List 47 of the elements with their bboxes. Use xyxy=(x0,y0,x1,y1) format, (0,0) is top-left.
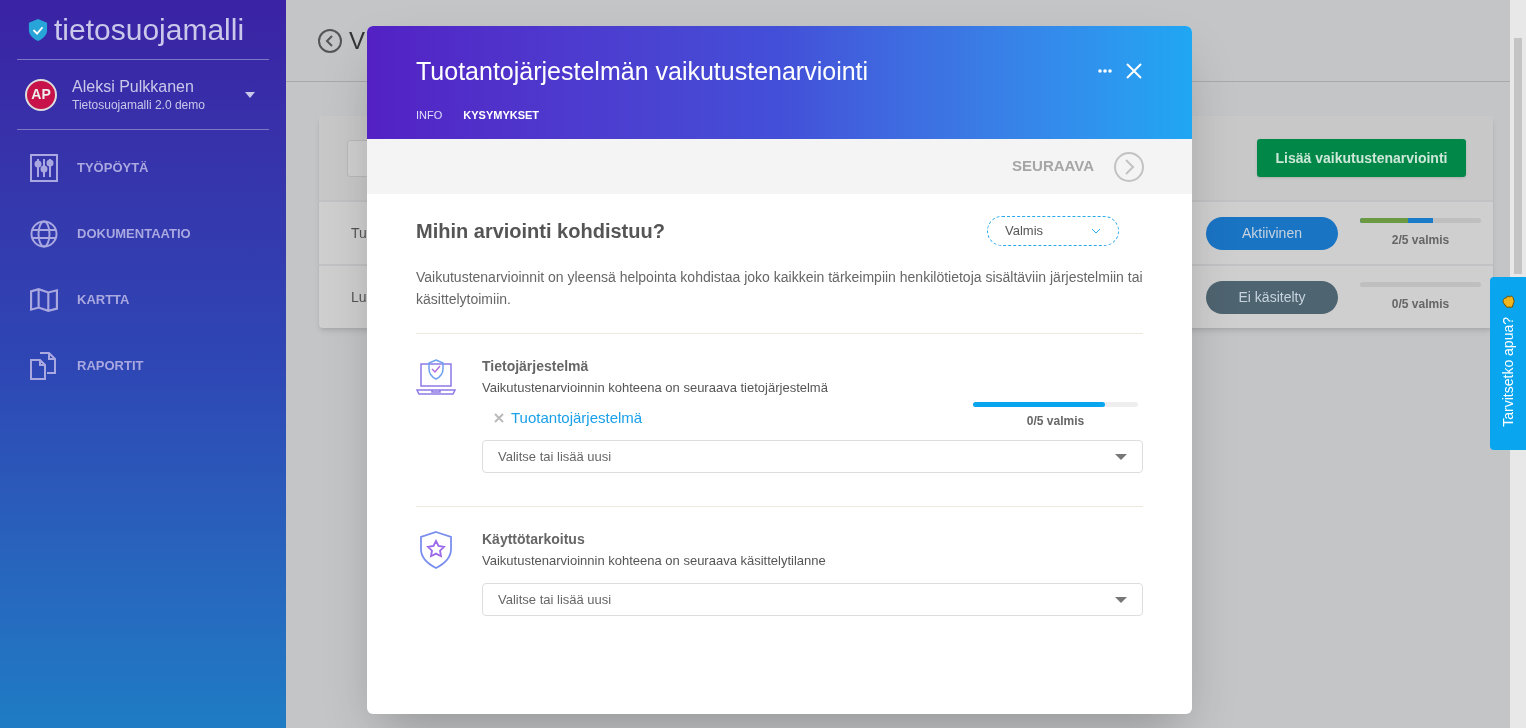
more-icon xyxy=(1098,69,1112,73)
caret-icon xyxy=(1115,596,1127,603)
remove-icon xyxy=(494,413,504,423)
next-button[interactable]: SEURAAVA xyxy=(1012,155,1094,178)
scrollbar-thumb[interactable] xyxy=(1514,38,1522,274)
chevron-down-icon xyxy=(1091,228,1101,234)
section-subtitle: Vaikutustenarvioinnin kohteena on seuraava tietojärjestelmä xyxy=(482,379,829,397)
progress-label: 0/5 valmis xyxy=(1391,295,1450,313)
linked-system-link[interactable]: Tuotantojärjestelmä xyxy=(511,406,973,430)
select-field[interactable]: Valitse tai lisää uusi xyxy=(482,583,1143,616)
organization-name: Tietosuojamalli 2.0 demo xyxy=(72,96,206,113)
status-badge: Aktiivinen xyxy=(1206,216,1338,250)
section-title: Käyttötarkoitus xyxy=(482,530,586,549)
nav-item[interactable]: DOKUMENTAATIO xyxy=(17,201,269,267)
sliders-icon xyxy=(30,154,58,182)
help-label: Tarvitsetko apua? xyxy=(1498,317,1517,427)
progress-label: 0/5 valmis xyxy=(1026,413,1085,430)
caret-icon xyxy=(245,91,255,98)
laptop-shield-icon xyxy=(416,357,456,397)
select-field[interactable]: Valitse tai lisää uusi xyxy=(482,440,1143,473)
row-name: Lu xyxy=(351,287,367,307)
status-badge: Ei käsitelty xyxy=(1206,280,1338,314)
caret-icon xyxy=(1115,453,1127,460)
user-name: Aleksi Pulkkanen xyxy=(72,76,195,97)
question-heading: Mihin arviointi kohdistuu? xyxy=(416,219,665,244)
section-title: Tietojärjestelmä xyxy=(482,357,590,376)
globe-icon xyxy=(30,220,58,248)
documents-icon xyxy=(30,352,58,380)
page-title: V xyxy=(349,25,365,56)
dialog-title: Tuotantojärjestelmän vaikutustenarviointi xyxy=(416,56,869,87)
user-avatar[interactable]: AP xyxy=(25,78,57,111)
map-icon xyxy=(30,286,58,314)
nav-item[interactable]: KARTTA xyxy=(17,267,269,333)
section-subtitle: Vaikutustenarvioinnin kohteena on seuraava käsittelytilanne xyxy=(482,552,827,570)
tab[interactable]: KYSYMYKSET xyxy=(463,107,540,124)
nav-item[interactable]: RAPORTIT xyxy=(17,333,269,399)
back-icon xyxy=(318,28,342,53)
progress-label: 2/5 valmis xyxy=(1391,231,1450,249)
add-assessment-button[interactable]: Lisää vaikutustenarviointi xyxy=(1257,139,1466,177)
shield-logo-icon xyxy=(28,17,48,42)
tab[interactable]: INFO xyxy=(416,107,443,124)
close-icon xyxy=(1126,63,1142,79)
nav-item[interactable]: TYÖPÖYTÄ xyxy=(17,135,269,201)
intro-paragraph: Vaikutustenarvioinnit on yleensä helpointa kohdistaa joko kaikkein tärkeimpiin henkilötietoja sisältäviin järjestelmiin tai käsittelytoimiin. xyxy=(416,266,1143,334)
row-name: Tu xyxy=(351,223,367,243)
logo-text: tietosuojamalli xyxy=(54,14,245,45)
help-tab[interactable]: Tarvitsetko apua? xyxy=(1490,277,1526,450)
